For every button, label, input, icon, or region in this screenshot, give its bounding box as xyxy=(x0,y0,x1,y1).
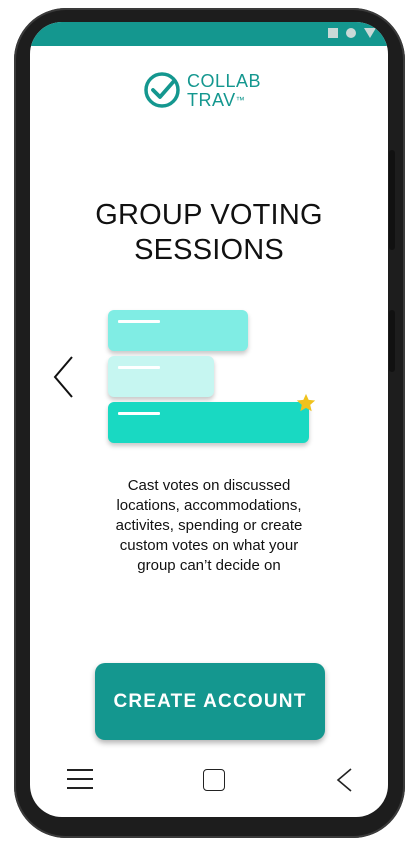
star-icon xyxy=(296,393,316,412)
square-status-icon xyxy=(328,28,338,38)
create-account-button[interactable]: CREATE ACCOUNT xyxy=(95,663,325,740)
home-icon[interactable] xyxy=(203,769,225,791)
circle-status-icon xyxy=(346,28,356,38)
vote-card xyxy=(108,310,248,351)
back-icon[interactable] xyxy=(335,767,353,793)
screen: COLLAB TRAV™ GROUP VOTING SESSIONS Cast … xyxy=(30,22,388,817)
page-title: GROUP VOTING SESSIONS xyxy=(95,199,323,266)
side-button xyxy=(389,310,395,372)
app-logo: COLLAB TRAV™ xyxy=(143,70,283,114)
side-button xyxy=(389,150,395,250)
check-circle-icon xyxy=(144,72,180,108)
menu-icon[interactable] xyxy=(67,769,93,791)
logo-line-2: TRAV xyxy=(187,90,236,110)
vote-card xyxy=(108,356,214,397)
triangle-status-icon xyxy=(364,28,376,38)
chevron-left-icon[interactable] xyxy=(52,355,76,399)
logo-line-1: COLLAB xyxy=(187,71,262,91)
status-bar xyxy=(30,22,388,46)
trademark: ™ xyxy=(235,95,246,105)
vote-card-winner xyxy=(108,402,309,443)
feature-description: Cast votes on discussed locations, accom… xyxy=(115,477,303,574)
navigation-bar xyxy=(30,755,388,817)
